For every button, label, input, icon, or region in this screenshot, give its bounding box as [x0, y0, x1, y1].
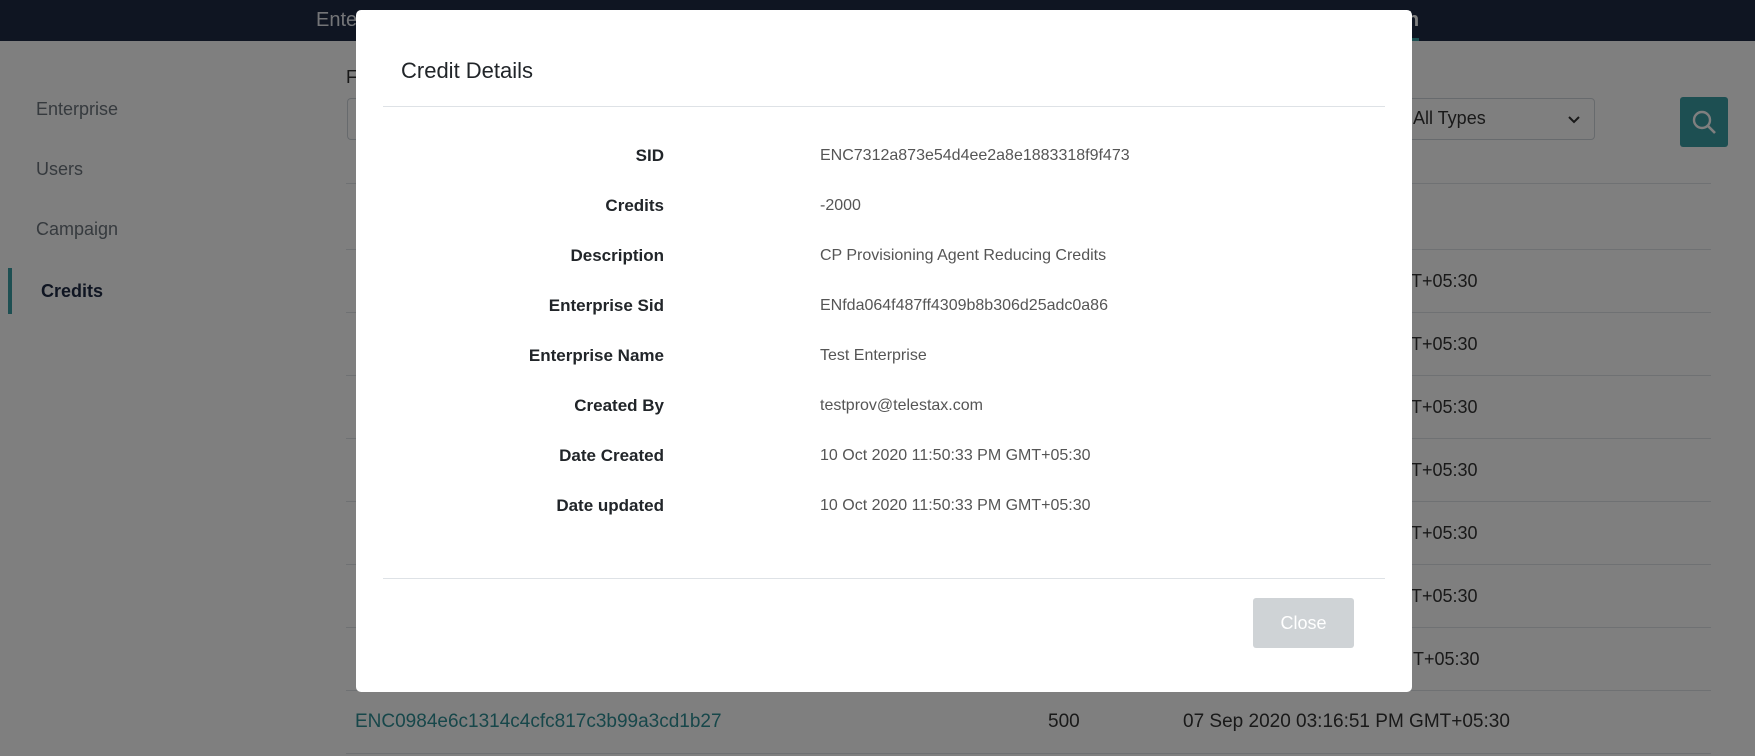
- detail-label-date-updated: Date updated: [556, 496, 664, 515]
- modal-title: Credit Details: [401, 58, 534, 83]
- detail-label-sid: SID: [635, 146, 664, 165]
- detail-label-description: Description: [570, 246, 664, 265]
- modal-header-divider: [383, 106, 1385, 107]
- detail-value-created-by: testprov@telestax.com: [820, 397, 983, 414]
- detail-value-credits: -2000: [820, 197, 861, 214]
- detail-label-created-by: Created By: [574, 396, 664, 415]
- detail-label-credits: Credits: [605, 196, 664, 215]
- detail-label-date-created: Date Created: [559, 446, 664, 465]
- detail-value-description: CP Provisioning Agent Reducing Credits: [820, 247, 1107, 264]
- detail-value-sid: ENC7312a873e54d4ee2a8e1883318f9f473: [820, 147, 1130, 164]
- modal-footer-divider: [383, 578, 1385, 579]
- detail-value-enterprise-name: Test Enterprise: [820, 347, 927, 364]
- detail-value-date-created: 10 Oct 2020 11:50:33 PM GMT+05:30: [820, 447, 1091, 464]
- close-button[interactable]: Close: [1253, 598, 1354, 648]
- detail-value-date-updated: 10 Oct 2020 11:50:33 PM GMT+05:30: [820, 497, 1091, 514]
- credit-details-modal: Credit Details SID ENC7312a873e54d4ee2a8…: [356, 10, 1412, 692]
- detail-value-enterprise-sid: ENfda064f487ff4309b8b306d25adc0a86: [820, 297, 1108, 314]
- detail-label-enterprise-name: Enterprise Name: [528, 346, 664, 365]
- detail-label-enterprise-sid: Enterprise Sid: [548, 296, 664, 315]
